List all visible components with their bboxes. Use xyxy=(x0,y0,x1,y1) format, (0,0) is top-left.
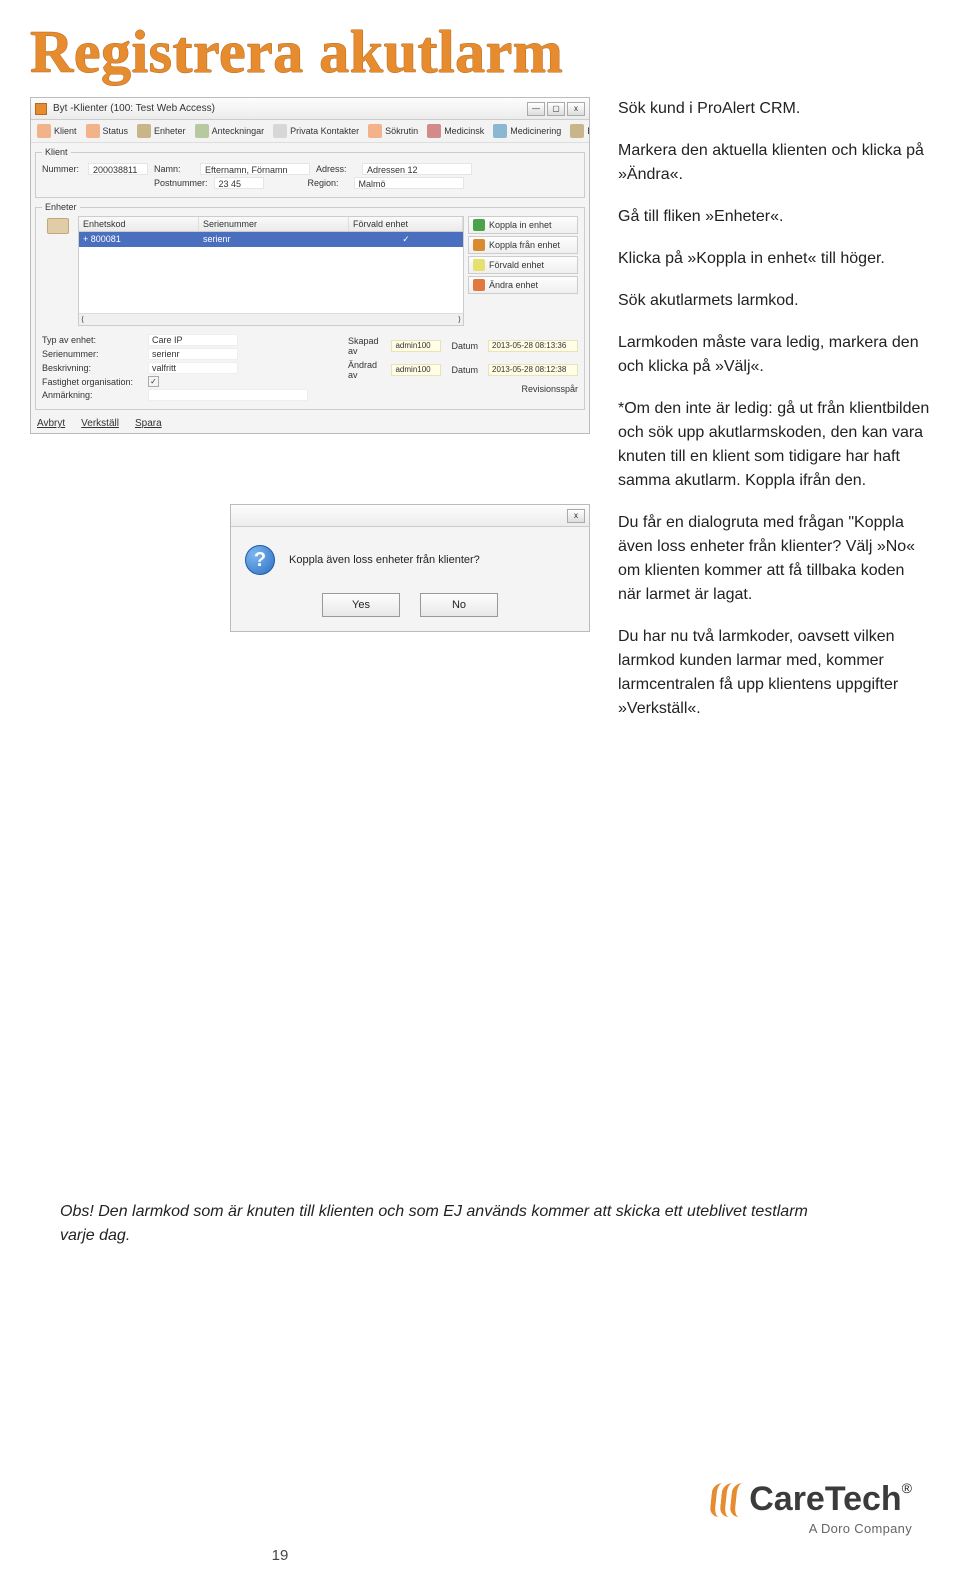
dialog-close-button[interactable]: x xyxy=(567,509,585,523)
adress-label: Adress: xyxy=(316,164,356,174)
skapad-av-field: admin100 xyxy=(391,340,441,352)
obs-note: Obs! Den larmkod som är knuten till klie… xyxy=(60,1200,820,1248)
fastighet-label: Fastighet organisation: xyxy=(42,377,142,387)
instruction-text: Du har nu två larmkoder, oavsett vilken … xyxy=(618,625,930,721)
datum-label-1: Datum xyxy=(451,341,478,351)
instruction-text: Klicka på »Koppla in enhet« till höger. xyxy=(618,247,930,271)
tab-klient[interactable]: Klient xyxy=(34,123,80,139)
tab-ekonomisk[interactable]: Ekonomisk xyxy=(567,123,589,139)
serie-field[interactable]: serienr xyxy=(148,348,238,360)
serie-label: Serienummer: xyxy=(42,349,142,359)
andrad-datum-field: 2013-05-28 08:12:38 xyxy=(488,364,578,376)
enheter-fieldset: Enheter Enhetskod Serienummer Förvald en… xyxy=(35,202,585,410)
andrad-av-field: admin100 xyxy=(391,364,441,376)
scrollbar-h[interactable]: ⟨⟩ xyxy=(79,313,463,325)
instruction-text: Markera den aktuella klienten och klicka… xyxy=(618,139,930,187)
enheter-legend: Enheter xyxy=(42,202,80,212)
instruction-text: Du får en dialogruta med frågan "Koppla … xyxy=(618,511,930,607)
table-row[interactable]: + 800081 serienr xyxy=(79,232,463,247)
region-label: Region: xyxy=(308,178,348,188)
spara-button[interactable]: Spara xyxy=(135,418,162,429)
tab-privata-kontakter[interactable]: Privata Kontakter xyxy=(270,123,362,139)
typ-field[interactable]: Care IP xyxy=(148,334,238,346)
anmarkning-field[interactable] xyxy=(148,389,308,401)
enheter-table[interactable]: Enhetskod Serienummer Förvald enhet + 80… xyxy=(78,216,464,326)
question-icon: ? xyxy=(245,545,275,575)
tab-medicinsk[interactable]: Medicinsk xyxy=(424,123,487,139)
page-number: 19 xyxy=(0,1547,560,1564)
col-enhetskod[interactable]: Enhetskod xyxy=(79,217,199,231)
yes-button[interactable]: Yes xyxy=(322,593,400,617)
nummer-label: Nummer: xyxy=(42,164,82,174)
skapad-datum-field: 2013-05-28 08:13:36 xyxy=(488,340,578,352)
adress-field[interactable]: Adressen 12 xyxy=(362,163,472,175)
confirm-dialog: x ? Koppla även loss enheter från klient… xyxy=(230,504,590,632)
klient-fieldset: Klient Nummer: 200038811 Namn: Efternamn… xyxy=(35,147,585,198)
beskr-label: Beskrivning: xyxy=(42,363,142,373)
instruction-text: Sök akutlarmets larmkod. xyxy=(618,289,930,313)
namn-label: Namn: xyxy=(154,164,194,174)
namn-field[interactable]: Efternamn, Förnamn xyxy=(200,163,310,175)
postnummer-field[interactable]: 23 45 xyxy=(214,177,264,189)
tab-anteckningar[interactable]: Anteckningar xyxy=(192,123,268,139)
andra-enhet-button[interactable]: Ändra enhet xyxy=(468,276,578,294)
app-window: Byt -Klienter (100: Test Web Access) — ▢… xyxy=(30,97,590,434)
device-icon xyxy=(47,218,69,234)
no-button[interactable]: No xyxy=(420,593,498,617)
maximize-button[interactable]: ▢ xyxy=(547,102,565,116)
footer-logo: CareTech® A Doro Company xyxy=(711,1480,912,1536)
col-serienummer[interactable]: Serienummer xyxy=(199,217,349,231)
revisionsspar-link[interactable]: Revisionsspår xyxy=(348,384,578,394)
window-title: Byt -Klienter (100: Test Web Access) xyxy=(53,103,527,114)
typ-label: Typ av enhet: xyxy=(42,335,142,345)
top-toolbar: Klient Status Enheter Anteckningar Priva… xyxy=(31,120,589,143)
brand-subtitle: A Doro Company xyxy=(711,1521,912,1536)
beskr-field[interactable]: valfritt xyxy=(148,362,238,374)
tab-enheter[interactable]: Enheter xyxy=(134,123,189,139)
bottom-buttons: Avbryt Verkställ Spara xyxy=(31,414,589,433)
minimize-button[interactable]: — xyxy=(527,102,545,116)
titlebar: Byt -Klienter (100: Test Web Access) — ▢… xyxy=(31,98,589,120)
col-forvald[interactable]: Förvald enhet xyxy=(349,217,463,231)
instruction-text: Gå till fliken »Enheter«. xyxy=(618,205,930,229)
tab-medicinering[interactable]: Medicinering xyxy=(490,123,564,139)
close-button[interactable]: x xyxy=(567,102,585,116)
koppla-in-enhet-button[interactable]: Koppla in enhet xyxy=(468,216,578,234)
app-icon xyxy=(35,103,47,115)
brand-name: CareTech xyxy=(749,1480,901,1518)
page-title: Registrera akutlarm xyxy=(0,0,960,97)
instructions-column: Sök kund i ProAlert CRM. Markera den akt… xyxy=(618,97,930,739)
trademark-icon: ® xyxy=(902,1480,912,1496)
andrad-av-label: Ändrad av xyxy=(348,360,381,380)
nummer-field[interactable]: 200038811 xyxy=(88,163,148,175)
fastighet-checkbox[interactable]: ✓ xyxy=(148,376,159,387)
klient-legend: Klient xyxy=(42,147,71,157)
anm-label: Anmärkning: xyxy=(42,390,142,400)
instruction-text: Sök kund i ProAlert CRM. xyxy=(618,97,930,121)
instruction-text: Larmkoden måste vara ledig, markera den … xyxy=(618,331,930,379)
postnummer-label: Postnummer: xyxy=(154,178,208,188)
instruction-text: *Om den inte är ledig: gå ut från klient… xyxy=(618,397,930,493)
forvald-enhet-button[interactable]: Förvald enhet xyxy=(468,256,578,274)
tab-status[interactable]: Status xyxy=(83,123,132,139)
region-field[interactable]: Malmö xyxy=(354,177,464,189)
skapad-av-label: Skapad av xyxy=(348,336,381,356)
dialog-message: Koppla även loss enheter från klienter? xyxy=(289,554,480,566)
avbryt-button[interactable]: Avbryt xyxy=(37,418,65,429)
verkstall-button[interactable]: Verkställ xyxy=(81,418,119,429)
tab-sokrutin[interactable]: Sökrutin xyxy=(365,123,421,139)
caretech-waves-icon xyxy=(711,1483,741,1517)
datum-label-2: Datum xyxy=(451,365,478,375)
koppla-fran-enhet-button[interactable]: Koppla från enhet xyxy=(468,236,578,254)
enheter-details: Typ av enhet: Care IP Serienummer: serienr… xyxy=(42,332,578,403)
